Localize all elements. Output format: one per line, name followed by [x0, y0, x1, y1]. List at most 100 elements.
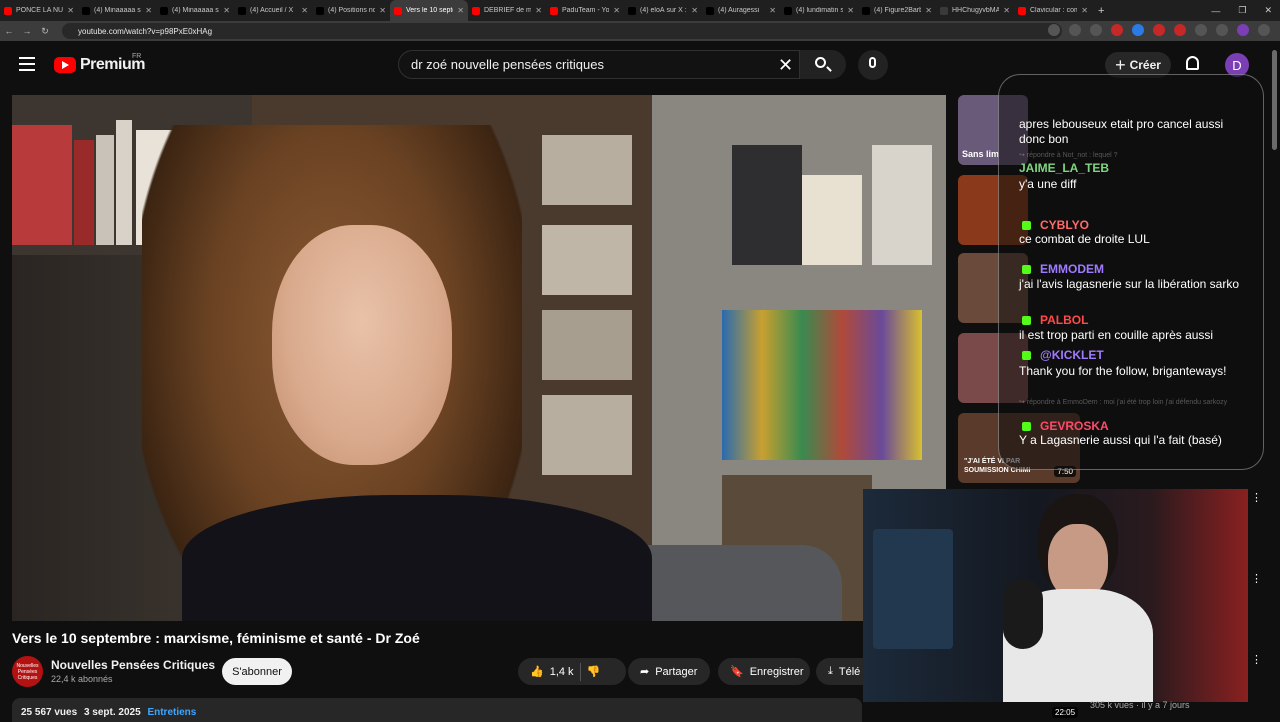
tab-favicon-icon — [1018, 6, 1026, 15]
tab-title: (4) eloÄ sur X : "j — [640, 7, 687, 14]
tab-close-icon[interactable]: ✕ — [1081, 6, 1088, 15]
save-button[interactable]: 🔖 Enregistrer — [718, 658, 810, 685]
tab-title: PONCE LA NUIT — [16, 7, 64, 14]
notifications-bell-icon[interactable] — [1186, 56, 1199, 70]
hamburger-menu-icon[interactable] — [19, 57, 35, 71]
browser-tab[interactable]: (4) Minaaaaa sur ✕ — [156, 0, 234, 21]
chat-username: PALBOL — [1040, 313, 1089, 327]
browser-tab[interactable]: Clavicular : comm✕ — [1014, 0, 1092, 21]
url-field[interactable]: youtube.com/watch?v=p98PxE0xHAg — [62, 23, 1062, 39]
bookmark-icon: 🔖 — [730, 666, 744, 678]
extension-icon[interactable] — [1132, 24, 1144, 36]
more-options-icon[interactable]: ⋮ — [1251, 653, 1262, 666]
tab-close-icon[interactable]: ✕ — [691, 6, 698, 15]
browser-tab[interactable]: (4) lundimatin su ✕ — [780, 0, 858, 21]
browser-tab[interactable]: DÉBRIEF de mon✕ — [468, 0, 546, 21]
more-options-icon[interactable]: ⋮ — [1251, 572, 1262, 585]
tab-title: HHChugyvbMAA — [952, 7, 1000, 14]
video-player[interactable] — [12, 95, 946, 621]
forward-icon[interactable]: → — [18, 26, 36, 36]
chat-badge-icon — [1022, 316, 1031, 325]
clear-search-icon[interactable]: ✕ — [778, 55, 793, 76]
share-arrow-icon: ➦ — [640, 666, 650, 678]
share-button[interactable]: ➦ Partager — [628, 658, 710, 685]
tab-close-icon[interactable]: ✕ — [379, 6, 386, 15]
zoom-icon[interactable] — [1069, 24, 1081, 36]
sidebar-icon[interactable] — [1216, 24, 1228, 36]
tab-close-icon[interactable]: ✕ — [1003, 6, 1010, 15]
browser-tab[interactable]: PONCE LA NUIT✕ — [0, 0, 78, 21]
region-code: FR — [132, 53, 142, 60]
tab-favicon-icon — [4, 6, 12, 15]
extension-icon[interactable] — [1174, 24, 1186, 36]
like-button[interactable]: 👍 1,4 k — [530, 665, 574, 679]
like-count: 1,4 k — [549, 665, 574, 678]
tab-close-icon[interactable]: ✕ — [847, 6, 854, 15]
profile-icon[interactable] — [1237, 24, 1249, 36]
chat-message: il est trop parti en couille après aussi — [1019, 328, 1214, 342]
browser-tab-bar: PONCE LA NUIT✕(4) Minaaaaa sur✕(4) Minaa… — [0, 0, 1280, 21]
chat-badge-icon — [1022, 351, 1031, 360]
maximize-icon[interactable]: ❐ — [1238, 5, 1246, 16]
browser-tab[interactable]: Vers le 10 septem ✕ — [390, 0, 468, 21]
extensions-puzzle-icon[interactable] — [1195, 24, 1207, 36]
browser-tab[interactable]: PaduTeam - YouT✕ — [546, 0, 624, 21]
tab-favicon-icon — [472, 6, 480, 15]
chat-username: JAIME_LA_TEB — [1019, 161, 1110, 175]
chat-message: Thank you for the follow, briganteways! — [1019, 364, 1227, 378]
tab-close-icon[interactable]: ✕ — [535, 6, 542, 15]
tab-close-icon[interactable]: ✕ — [145, 6, 152, 15]
extension-icon[interactable] — [1153, 24, 1165, 36]
subscribe-button[interactable]: S'abonner — [222, 658, 292, 685]
more-options-icon[interactable]: ⋮ — [1251, 491, 1262, 504]
back-icon[interactable]: ← — [0, 26, 18, 36]
browser-tab[interactable]: (4) Positions nous✕ — [312, 0, 390, 21]
tab-close-icon[interactable]: ✕ — [613, 6, 620, 15]
extension-icon[interactable] — [1111, 24, 1123, 36]
create-label: Créer — [1129, 58, 1161, 72]
description-box[interactable]: 25 567 vues 3 sept. 2025 Entretiens — [12, 698, 862, 722]
close-window-icon[interactable]: ✕ — [1264, 5, 1272, 16]
tab-close-icon[interactable]: ✕ — [223, 6, 230, 15]
plus-icon: + — [1115, 54, 1126, 75]
divider — [579, 662, 581, 681]
minimize-icon[interactable]: — — [1211, 6, 1220, 16]
chat-reply-context: ↪ répondre à EmmoDem : moi j'ai été trop… — [1019, 399, 1228, 406]
reload-icon[interactable]: ↻ — [36, 26, 54, 37]
streamer-webcam-overlay — [863, 489, 1248, 702]
tab-close-icon[interactable]: ✕ — [925, 6, 932, 15]
tab-title: (4) Minaaaaa sur — [172, 7, 219, 14]
tab-close-icon[interactable]: ✕ — [769, 6, 776, 15]
subscriber-count: 22,4 k abonnés — [51, 674, 113, 684]
thumbnail-overlay-text: Sans lim — [962, 149, 1000, 159]
tab-favicon-icon — [706, 6, 714, 15]
browser-tab[interactable]: (4) Minaaaaa sur ✕ — [78, 0, 156, 21]
tab-close-icon[interactable]: ✕ — [301, 6, 308, 15]
browser-tab[interactable]: (4) Figure2Barbar✕ — [858, 0, 936, 21]
browser-tab[interactable]: (4) Accueil / X ✕ — [234, 0, 312, 21]
thumbs-down-icon: 👎 — [586, 666, 601, 678]
thumbs-up-icon: 👍 — [530, 666, 544, 678]
tab-close-icon[interactable]: ✕ — [457, 6, 464, 15]
dislike-button[interactable]: 👎 — [587, 665, 601, 678]
channel-name[interactable]: Nouvelles Pensées Critiques — [51, 658, 215, 672]
browser-tab[interactable]: (4) Auragessi ✕ — [702, 0, 780, 21]
browser-tab[interactable]: HHChugyvbMAA✕ — [936, 0, 1014, 21]
save-label: Enregistrer — [749, 665, 804, 678]
youtube-play-icon — [54, 57, 76, 73]
window-controls: — ❐ ✕ — [1211, 0, 1272, 21]
tab-close-icon[interactable]: ✕ — [67, 6, 74, 15]
browser-menu-icon[interactable] — [1258, 24, 1270, 36]
category-tag[interactable]: Entretiens — [147, 707, 196, 718]
new-tab-button[interactable]: + — [1092, 5, 1104, 17]
extension-icons — [1048, 24, 1270, 36]
channel-avatar[interactable]: Nouvelles Pensées Critiques — [12, 656, 43, 687]
page-scrollbar[interactable] — [1272, 50, 1277, 150]
search-input[interactable]: dr zoé nouvelle pensées critiques — [398, 50, 800, 79]
bookmark-star-icon[interactable] — [1090, 24, 1102, 36]
tab-title: Vers le 10 septem — [406, 7, 453, 14]
install-icon[interactable] — [1048, 24, 1060, 36]
browser-tab[interactable]: (4) eloÄ sur X : "j ✕ — [624, 0, 702, 21]
chat-username: CYBLYO — [1040, 218, 1089, 232]
voice-search-mic-icon[interactable] — [858, 50, 888, 80]
